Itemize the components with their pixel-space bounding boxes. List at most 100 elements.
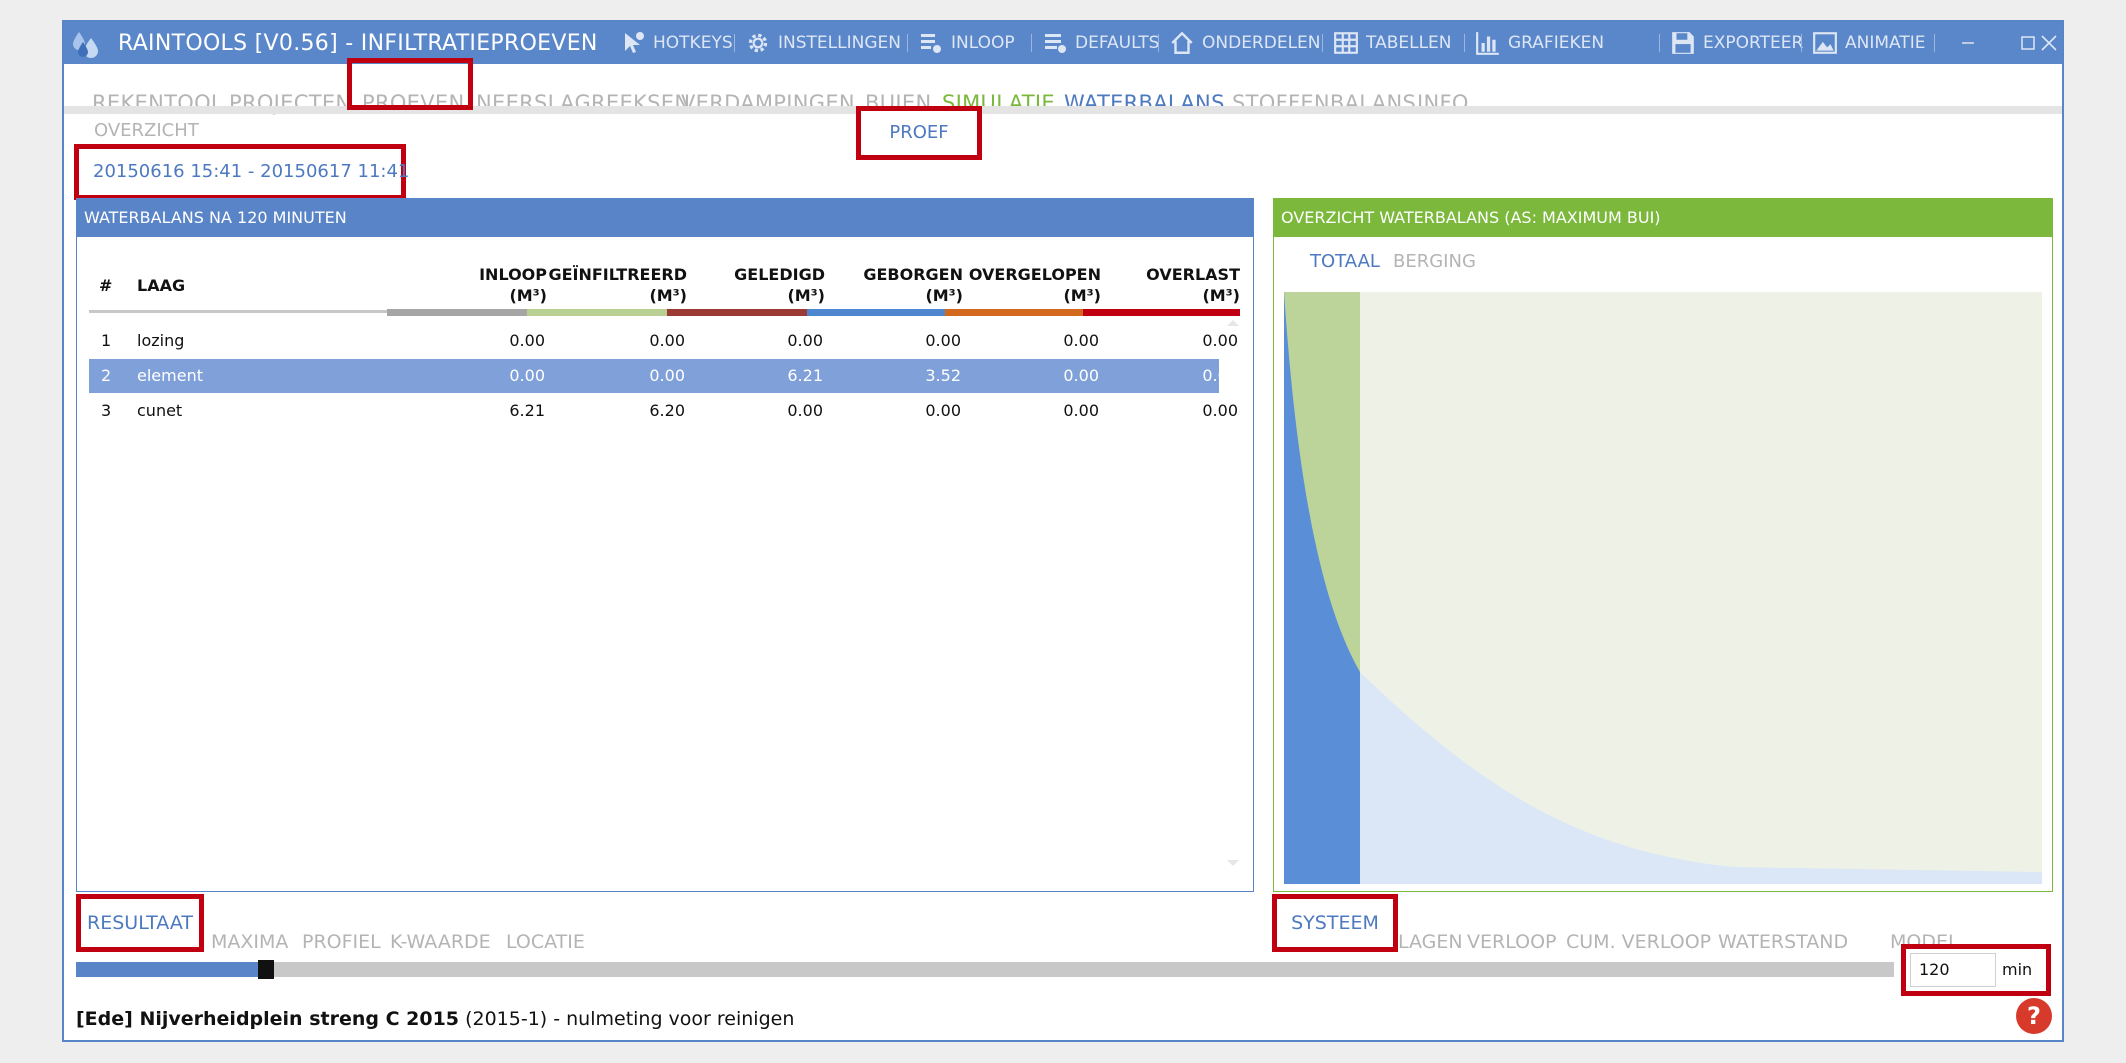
header-underline xyxy=(89,310,389,313)
systeem-label: SYSTEEM xyxy=(1291,912,1379,934)
instellingen-label: INSTELLINGEN xyxy=(778,33,901,53)
systeem-tab[interactable]: SYSTEEM xyxy=(1272,894,1398,952)
inloop-button[interactable]: INLOOP xyxy=(917,28,1015,58)
row-number: 1 xyxy=(101,331,112,350)
col-overlast-unit: (M³) xyxy=(1202,286,1240,305)
scroll-up-icon[interactable] xyxy=(1226,317,1240,327)
app-window: RAINTOOLS [V0.56] - INFILTRATIEPROEVEN H… xyxy=(62,20,2064,1042)
toolbar-separator xyxy=(1031,34,1032,52)
cell-geinfiltreerd: 0.00 xyxy=(649,366,685,385)
proef-tab[interactable]: PROEF xyxy=(856,106,982,160)
home-icon xyxy=(1168,29,1196,57)
cell-inloop: 6.21 xyxy=(509,401,545,420)
defaults-button[interactable]: DEFAULTS xyxy=(1041,28,1159,58)
cell-inloop: 0.00 xyxy=(509,331,545,350)
minimize-icon xyxy=(1962,42,1974,44)
tab-profiel[interactable]: PROFIEL xyxy=(302,931,381,953)
cell-geborgen: 0.00 xyxy=(925,331,961,350)
cell-inloop: 0.00 xyxy=(509,366,545,385)
toolbar-separator xyxy=(1659,34,1660,52)
column-color-bar xyxy=(667,309,807,316)
resultaat-tab[interactable]: RESULTAAT xyxy=(76,894,204,952)
toolbar-separator xyxy=(1934,34,1935,52)
tab-berging[interactable]: BERGING xyxy=(1393,251,1476,272)
col-laag: LAAG xyxy=(137,276,186,295)
toolbar-separator xyxy=(1158,34,1159,52)
status-project: [Ede] Nijverheidplein streng C 2015 xyxy=(76,1008,460,1030)
instellingen-button[interactable]: INSTELLINGEN xyxy=(744,28,901,58)
tabellen-button[interactable]: TABELLEN xyxy=(1332,28,1452,58)
raindrop-icon xyxy=(73,32,98,58)
column-color-bar xyxy=(1083,309,1240,316)
row-number: 3 xyxy=(101,401,112,420)
table-icon xyxy=(1332,29,1360,57)
row-laag: cunet xyxy=(137,401,183,420)
tab-lagen[interactable]: LAGEN xyxy=(1398,931,1463,953)
column-color-bar xyxy=(387,309,527,316)
animatie-button[interactable]: ANIMATIE xyxy=(1811,28,1925,58)
overzicht-link[interactable]: OVERZICHT xyxy=(94,120,199,141)
exporteer-button[interactable]: EXPORTEER xyxy=(1669,28,1803,58)
col-geledigd-title: GELEDIGD xyxy=(734,265,825,284)
tab-k-waarde[interactable]: K-WAARDE xyxy=(390,931,491,953)
toolbar-separator xyxy=(1322,34,1323,52)
hotkeys-button[interactable]: HOTKEYS xyxy=(619,28,733,58)
image-icon xyxy=(1811,29,1839,57)
time-slider-fill xyxy=(76,962,258,977)
cell-geledigd: 6.21 xyxy=(787,366,823,385)
gear-icon xyxy=(744,29,772,57)
grafieken-label: GRAFIEKEN xyxy=(1508,33,1605,53)
waterbalans-chart xyxy=(1284,292,2042,884)
tab-maxima[interactable]: MAXIMA xyxy=(211,931,288,953)
time-input[interactable]: 120 xyxy=(1910,953,1996,987)
exporteer-label: EXPORTEER xyxy=(1703,33,1804,53)
tab-waterstand[interactable]: WATERSTAND xyxy=(1718,931,1848,953)
grafieken-button[interactable]: GRAFIEKEN xyxy=(1474,28,1604,58)
col-geinfiltreerd-title: GEÏNFILTREERD xyxy=(548,265,687,284)
time-slider[interactable] xyxy=(76,960,1894,979)
animatie-label: ANIMATIE xyxy=(1845,33,1926,53)
chart-panel-title: OVERZICHT WATERBALANS (AS: MAXIMUM BUI) xyxy=(1274,199,2052,237)
period-selector[interactable]: 20150616 15:41 - 20150617 11:41 xyxy=(74,144,410,200)
save-icon xyxy=(1669,29,1697,57)
col-geinfiltreerd-unit: (M³) xyxy=(649,286,687,305)
cell-overgelopen: 0.00 xyxy=(1063,401,1099,420)
proef-label: PROEF xyxy=(889,122,949,143)
col-overlast: OVERLAST (M³) xyxy=(1077,264,1240,306)
close-button[interactable] xyxy=(2034,22,2064,64)
status-description: (2015-1) - nulmeting voor reinigen xyxy=(459,1008,795,1030)
column-color-bar xyxy=(945,309,1085,316)
column-color-bar xyxy=(807,309,947,316)
toolbar-separator xyxy=(1464,34,1465,52)
tab-verloop[interactable]: VERLOOP xyxy=(1467,931,1556,953)
tab-cum-verloop[interactable]: CUM. VERLOOP xyxy=(1566,931,1711,953)
period-label: 20150616 15:41 - 20150617 11:41 xyxy=(93,161,410,182)
cell-geinfiltreerd: 6.20 xyxy=(649,401,685,420)
toolbar-separator xyxy=(1801,34,1802,52)
inloop-label: INLOOP xyxy=(951,33,1015,53)
help-button[interactable]: ? xyxy=(2016,998,2052,1034)
column-color-bar xyxy=(527,309,667,316)
cell-overgelopen: 0.00 xyxy=(1063,331,1099,350)
tab-locatie[interactable]: LOCATIE xyxy=(506,931,585,953)
toolbar-separator xyxy=(907,34,908,52)
cell-overlast: 0.00 xyxy=(1202,366,1238,385)
status-bar: [Ede] Nijverheidplein streng C 2015 (201… xyxy=(76,1008,794,1030)
inflow-icon xyxy=(917,29,945,57)
waterbalans-chart-panel: OVERZICHT WATERBALANS (AS: MAXIMUM BUI) … xyxy=(1273,198,2053,892)
waterbalans-table-panel: WATERBALANS NA 120 MINUTEN # LAAG INLOOP… xyxy=(76,198,1254,892)
cell-geborgen: 0.00 xyxy=(925,401,961,420)
time-slider-thumb[interactable] xyxy=(257,960,274,979)
cell-overlast: 0.00 xyxy=(1202,331,1238,350)
time-input-box: 120 min xyxy=(1901,944,2051,996)
col-geinfiltreerd: GEÏNFILTREERD (M³) xyxy=(527,264,687,306)
scroll-down-icon[interactable] xyxy=(1226,859,1240,869)
cell-overlast: 0.00 xyxy=(1202,401,1238,420)
minimize-button[interactable] xyxy=(1938,22,1998,64)
panel-title: WATERBALANS NA 120 MINUTEN xyxy=(77,199,1253,237)
desktop: RAINTOOLS [V0.56] - INFILTRATIEPROEVEN H… xyxy=(0,0,2126,1063)
cell-geinfiltreerd: 0.00 xyxy=(649,331,685,350)
cell-geborgen: 3.52 xyxy=(925,366,961,385)
tab-totaal[interactable]: TOTAAL xyxy=(1310,251,1380,272)
onderdelen-button[interactable]: ONDERDELEN xyxy=(1168,28,1321,58)
